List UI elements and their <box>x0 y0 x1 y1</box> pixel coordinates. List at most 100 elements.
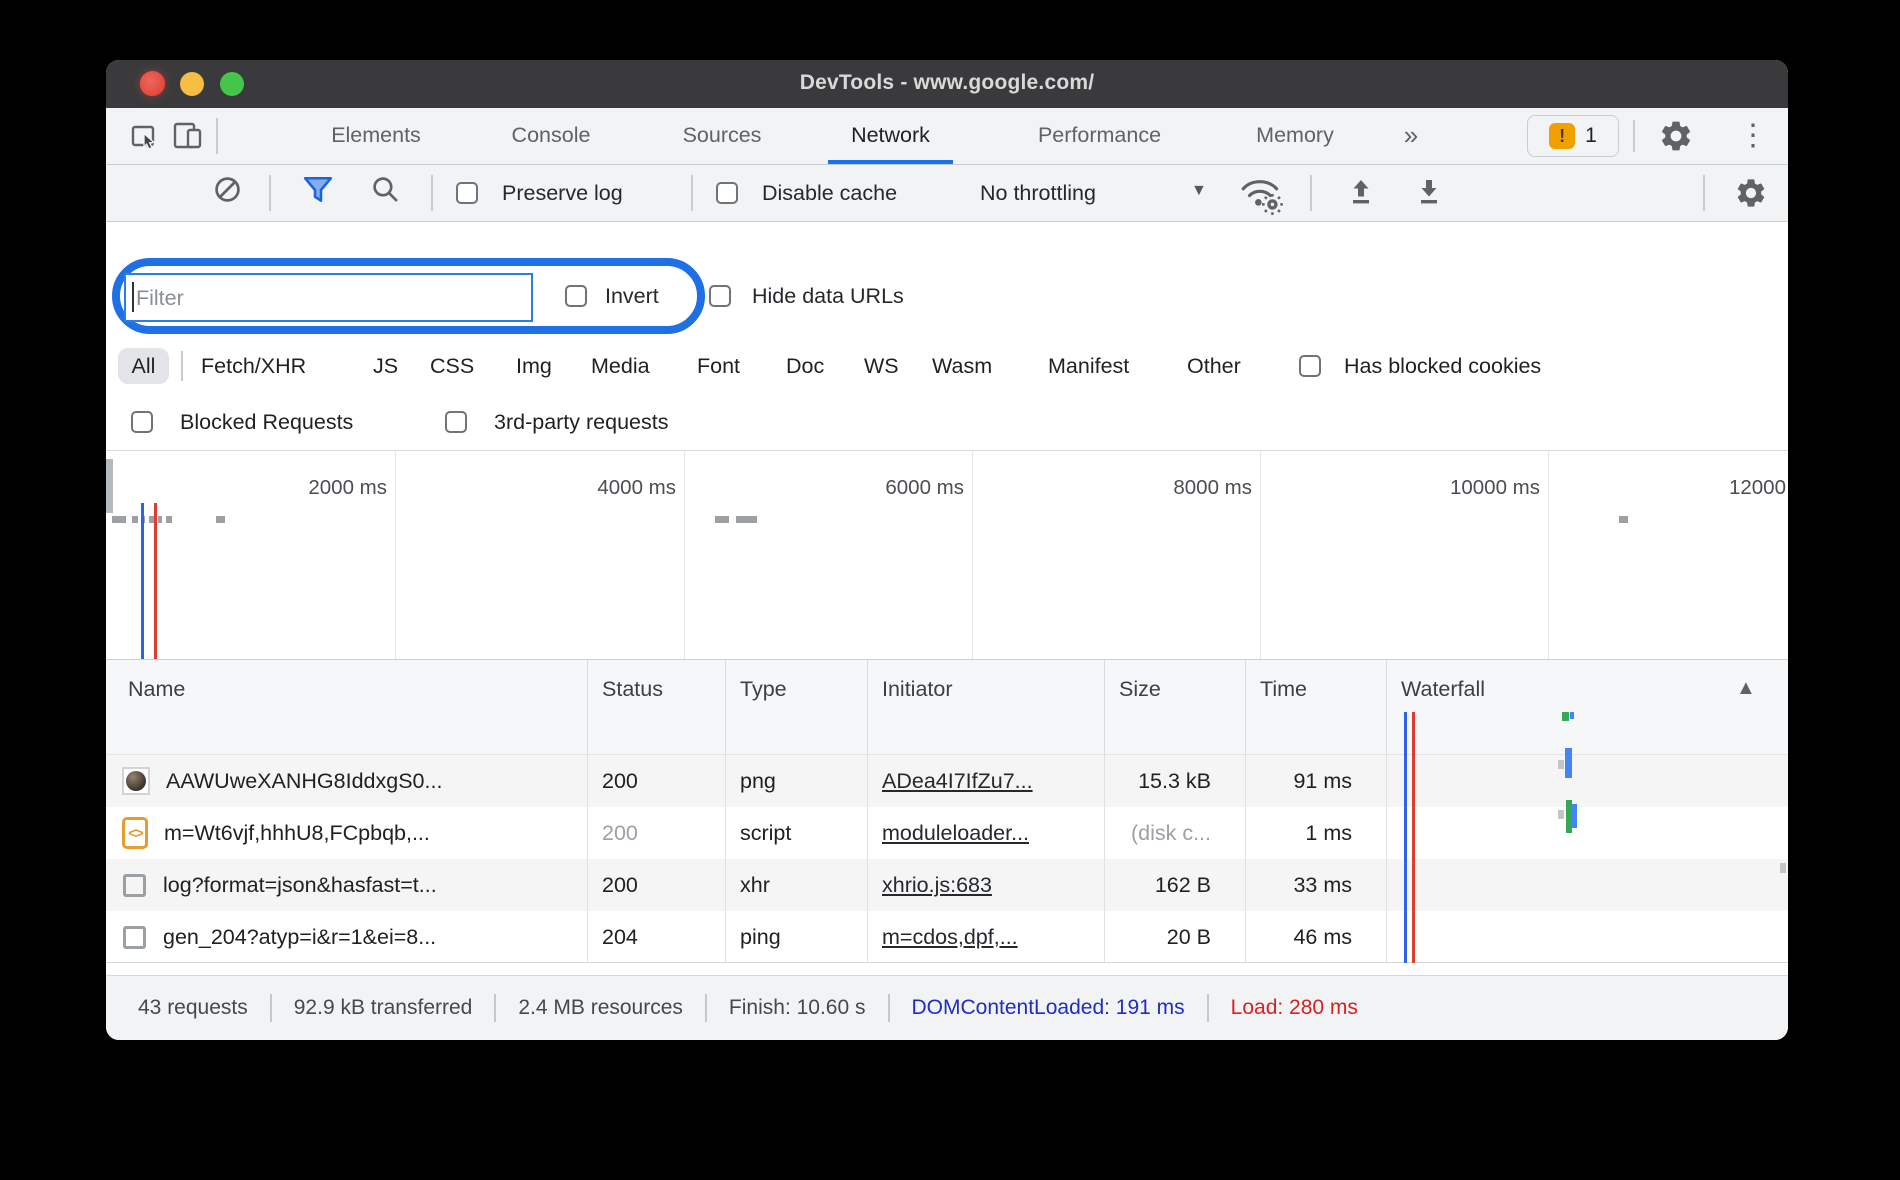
initiator-link[interactable]: xhrio.js:683 <box>882 873 992 898</box>
timeline-gridline <box>395 451 396 659</box>
filter-funnel-icon[interactable] <box>302 175 334 210</box>
preserve-log-checkbox[interactable] <box>456 182 478 204</box>
filter-chip-font[interactable]: Font <box>697 340 740 392</box>
device-toolbar-icon[interactable] <box>172 121 206 156</box>
status-bar: 43 requests 92.9 kB transferred 2.4 MB r… <box>106 975 1788 1040</box>
initiator-link[interactable]: moduleloader... <box>882 821 1029 846</box>
network-conditions-icon[interactable] <box>1238 173 1286 220</box>
filter-chip-img[interactable]: Img <box>516 340 552 392</box>
settings-gear-icon[interactable] <box>1658 118 1694 159</box>
size-cell: 15.3 kB <box>1105 755 1246 807</box>
request-table: Name Status Type Initiator Size Time Wat… <box>106 660 1788 963</box>
name-cell: <>m=Wt6vjf,hhhU8,FCpbqb,... <box>106 807 588 859</box>
initiator-cell: m=cdos,dpf,... <box>868 911 1105 963</box>
kebab-menu-icon[interactable]: ⋮ <box>1738 114 1768 158</box>
time-cell: 91 ms <box>1246 755 1387 807</box>
filter-chip-fetch-xhr[interactable]: Fetch/XHR <box>201 340 306 392</box>
load-event-line <box>1412 712 1415 963</box>
waterfall-bar-partial <box>1570 712 1574 719</box>
column-header-waterfall[interactable]: Waterfall <box>1387 660 1788 755</box>
tab-memory[interactable]: Memory <box>1234 108 1356 160</box>
tab-elements[interactable]: Elements <box>311 108 441 160</box>
inspect-element-icon[interactable] <box>128 120 160 157</box>
column-header-status[interactable]: Status <box>588 660 726 755</box>
status-cell: 204 <box>588 911 726 963</box>
record-button[interactable] <box>140 71 165 96</box>
timeline-tick-label: 10000 ms <box>1410 476 1540 500</box>
table-row[interactable]: gen_204?atyp=i&r=1&ei=8... 204 ping m=cd… <box>106 911 1788 963</box>
clear-icon[interactable] <box>214 176 241 208</box>
image-thumbnail-icon <box>122 767 150 795</box>
dom-content-loaded-time: DOMContentLoaded: 191 ms <box>912 996 1185 1020</box>
table-row[interactable]: AAWUweXANHG8IddxgS0... 200 png ADea4I7If… <box>106 755 1788 807</box>
timeline-tick-label: 6000 ms <box>834 476 964 500</box>
column-header-size[interactable]: Size <box>1105 660 1246 755</box>
blocked-requests-label: Blocked Requests <box>180 398 353 446</box>
filter-placeholder: Filter <box>136 275 184 319</box>
devtools-tab-bar: Elements Console Sources Network Perform… <box>106 108 1788 165</box>
invert-checkbox[interactable] <box>565 285 587 307</box>
initiator-cell: ADea4I7IfZu7... <box>868 755 1105 807</box>
waterfall-bar <box>1565 748 1572 778</box>
type-cell: ping <box>726 911 868 963</box>
status-divider <box>1207 994 1209 1022</box>
initiator-cell: moduleloader... <box>868 807 1105 859</box>
blocked-requests-checkbox[interactable] <box>131 411 153 433</box>
import-har-icon[interactable] <box>1346 178 1376 213</box>
time-cell: 33 ms <box>1246 859 1387 911</box>
issues-counter-button[interactable]: ! 1 <box>1527 115 1619 157</box>
third-party-requests-label: 3rd-party requests <box>494 398 668 446</box>
filter-chip-js[interactable]: JS <box>373 340 398 392</box>
network-settings-gear-icon[interactable] <box>1734 176 1768 215</box>
table-row[interactable]: log?format=json&hasfast=t... 200 xhr xhr… <box>106 859 1788 911</box>
throttling-select[interactable]: No throttling <box>980 180 1096 206</box>
filter-chip-manifest[interactable]: Manifest <box>1048 340 1129 392</box>
column-header-type[interactable]: Type <box>726 660 868 755</box>
tab-network[interactable]: Network <box>828 108 953 164</box>
has-blocked-cookies-label: Has blocked cookies <box>1344 340 1541 392</box>
time-cell: 1 ms <box>1246 807 1387 859</box>
more-tabs-icon[interactable]: » <box>1389 108 1433 160</box>
type-cell: script <box>726 807 868 859</box>
chevron-down-icon[interactable]: ▼ <box>1191 182 1207 200</box>
column-header-name[interactable]: Name <box>106 660 588 755</box>
timeline-overview[interactable]: 2000 ms 4000 ms 6000 ms 8000 ms 10000 ms… <box>106 450 1788 660</box>
name-cell: gen_204?atyp=i&r=1&ei=8... <box>106 911 588 963</box>
tab-performance[interactable]: Performance <box>1002 108 1197 160</box>
column-header-time[interactable]: Time <box>1246 660 1387 755</box>
request-name: AAWUweXANHG8IddxgS0... <box>166 769 442 794</box>
filter-chip-doc[interactable]: Doc <box>786 340 824 392</box>
table-row[interactable]: <>m=Wt6vjf,hhhU8,FCpbqb,... 200 script m… <box>106 807 1788 859</box>
export-har-icon[interactable] <box>1414 178 1444 213</box>
filter-chip-all[interactable]: All <box>118 348 169 384</box>
waterfall-waiting-tick <box>1780 863 1786 873</box>
waterfall-waiting-tick <box>1558 810 1564 819</box>
search-icon[interactable] <box>371 175 400 209</box>
filter-chip-wasm[interactable]: Wasm <box>932 340 992 392</box>
column-header-initiator[interactable]: Initiator <box>868 660 1105 755</box>
tab-sources[interactable]: Sources <box>666 108 778 160</box>
sort-ascending-icon[interactable]: ▲ <box>1736 677 1756 700</box>
text-caret <box>132 282 134 312</box>
filter-chip-css[interactable]: CSS <box>430 340 474 392</box>
finish-time: Finish: 10.60 s <box>729 996 866 1020</box>
timeline-gridline <box>1548 451 1549 659</box>
has-blocked-cookies-checkbox[interactable] <box>1299 355 1321 377</box>
tab-console[interactable]: Console <box>496 108 606 160</box>
third-party-requests-checkbox[interactable] <box>445 411 467 433</box>
waterfall-cell <box>1387 807 1788 859</box>
filter-chip-other[interactable]: Other <box>1187 340 1241 392</box>
hide-data-urls-label: Hide data URLs <box>752 283 904 309</box>
issues-count: 1 <box>1585 124 1597 148</box>
status-cell: 200 <box>588 859 726 911</box>
disable-cache-checkbox[interactable] <box>716 182 738 204</box>
size-cell: 162 B <box>1105 859 1246 911</box>
initiator-link[interactable]: m=cdos,dpf,... <box>882 925 1018 950</box>
filter-chip-ws[interactable]: WS <box>864 340 899 392</box>
initiator-link[interactable]: ADea4I7IfZu7... <box>882 769 1033 794</box>
requests-count: 43 requests <box>138 996 248 1020</box>
filter-chip-media[interactable]: Media <box>591 340 650 392</box>
filter-input[interactable]: Filter <box>124 273 533 322</box>
hide-data-urls-checkbox[interactable] <box>709 285 731 307</box>
toolbar-divider <box>1633 120 1635 152</box>
